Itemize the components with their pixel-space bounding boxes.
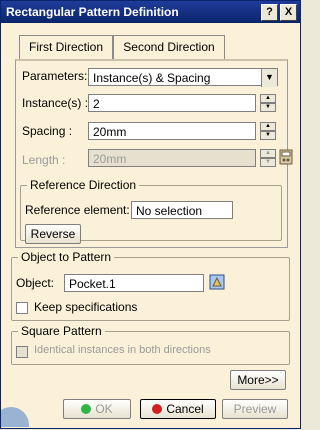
more-button[interactable]: More>>: [230, 370, 286, 390]
dialog-title: Rectangular Pattern Definition: [6, 5, 179, 19]
reference-direction-group: Reference Direction Reference element: N…: [20, 178, 282, 244]
instances-stepper[interactable]: ▲ ▼: [260, 94, 276, 112]
parameters-value: Instance(s) & Spacing: [93, 71, 211, 85]
down-arrow-icon: ▼: [260, 158, 276, 167]
reference-direction-title: Reference Direction: [27, 178, 140, 192]
keep-specifications-label: Keep specifications: [34, 300, 138, 314]
up-arrow-icon[interactable]: ▲: [260, 122, 276, 131]
length-label: Length :: [22, 153, 66, 167]
object-to-pattern-title: Object to Pattern: [18, 250, 115, 264]
parameters-select[interactable]: Instance(s) & Spacing ▼: [88, 68, 278, 87]
square-pattern-title: Square Pattern: [18, 324, 105, 338]
help-button[interactable]: ?: [261, 4, 278, 21]
dialog-window: Rectangular Pattern Definition ? X First…: [0, 0, 301, 430]
reference-element-input[interactable]: No selection: [131, 201, 233, 219]
object-label: Object:: [16, 276, 55, 290]
object-select-icon[interactable]: [208, 272, 226, 292]
ok-button: OK: [63, 399, 131, 419]
parameters-label: Parameters:: [22, 69, 88, 83]
instances-label: Instance(s) :: [22, 96, 89, 110]
measure-icon[interactable]: [278, 147, 294, 167]
down-arrow-icon[interactable]: ▼: [260, 103, 276, 112]
preview-button: Preview: [222, 399, 288, 419]
tab-label: First Direction: [28, 40, 103, 54]
length-value: 20mm: [93, 152, 127, 166]
reverse-button[interactable]: Reverse: [25, 224, 81, 244]
up-arrow-icon[interactable]: ▲: [260, 94, 276, 103]
close-button[interactable]: X: [280, 4, 297, 21]
length-stepper: ▲ ▼: [260, 149, 276, 167]
cancel-label: Cancel: [166, 402, 204, 416]
spacing-stepper[interactable]: ▲ ▼: [260, 122, 276, 140]
length-input: 20mm: [88, 149, 256, 167]
object-value: Pocket.1: [69, 277, 116, 291]
identical-instances-checkbox: [16, 346, 28, 358]
chevron-down-icon[interactable]: ▼: [261, 69, 277, 87]
spacing-input[interactable]: 20mm: [88, 122, 256, 140]
down-arrow-icon[interactable]: ▼: [260, 131, 276, 140]
tab-second-direction[interactable]: Second Direction: [113, 35, 225, 60]
ok-icon: [81, 404, 92, 414]
up-arrow-icon: ▲: [260, 149, 276, 158]
object-to-pattern-group: Object to Pattern Object: Pocket.1 Keep …: [11, 250, 290, 321]
keep-specifications-checkbox[interactable]: [16, 302, 28, 314]
tab-label: Second Direction: [123, 40, 215, 54]
instances-input[interactable]: 2: [88, 94, 256, 112]
object-input[interactable]: Pocket.1: [64, 274, 204, 292]
reference-element-label: Reference element:: [25, 203, 130, 217]
tab-panel: Parameters: Instance(s) & Spacing ▼ Inst…: [15, 59, 293, 248]
ok-label: OK: [95, 402, 113, 416]
instances-value: 2: [93, 97, 100, 111]
identical-instances-label: Identical instances in both directions: [34, 344, 211, 356]
spacing-label: Spacing :: [22, 124, 73, 138]
tab-first-direction[interactable]: First Direction: [19, 35, 113, 60]
cancel-button[interactable]: Cancel: [140, 399, 216, 419]
title-bar[interactable]: Rectangular Pattern Definition ? X: [1, 1, 300, 23]
globe-icon: [0, 399, 31, 430]
spacing-value: 20mm: [93, 125, 127, 139]
square-pattern-group: Square Pattern Identical instances in bo…: [11, 324, 290, 365]
cancel-icon: [152, 404, 163, 414]
reference-element-value: No selection: [136, 204, 203, 218]
